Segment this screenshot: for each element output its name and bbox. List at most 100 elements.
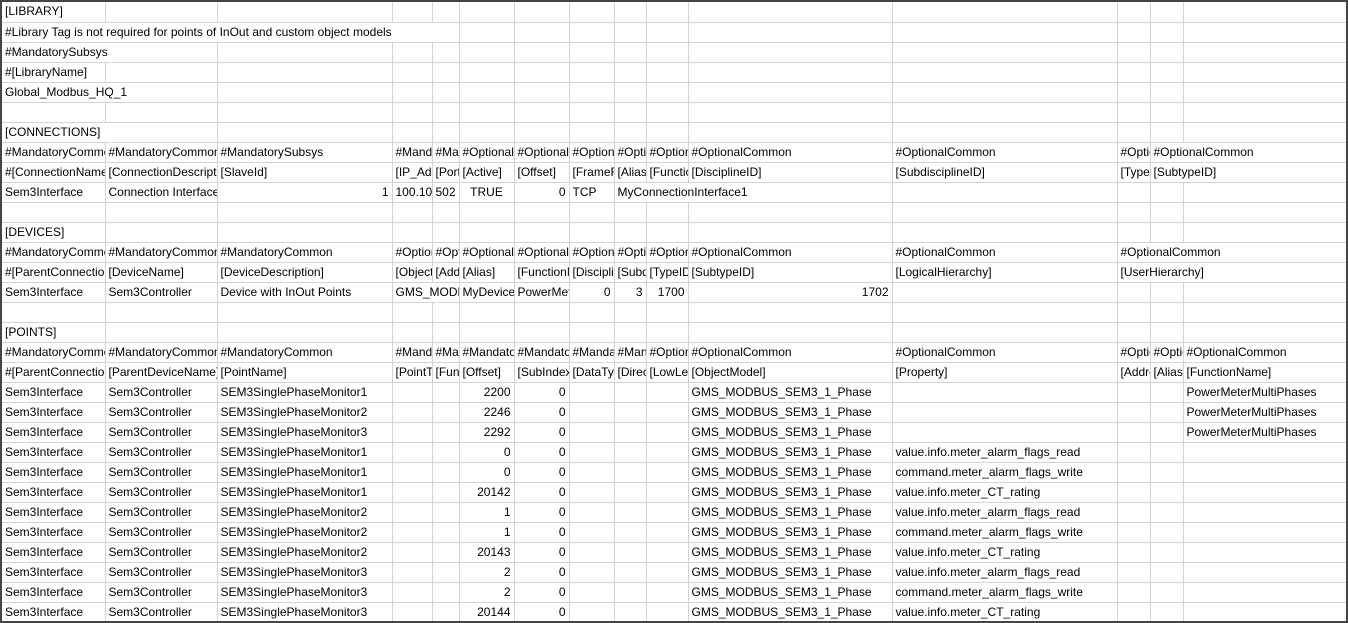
cell[interactable]: [IP_Address] bbox=[392, 162, 432, 182]
cell[interactable]: Sem3Interface bbox=[2, 462, 105, 482]
cell[interactable] bbox=[392, 542, 432, 562]
cell[interactable] bbox=[392, 102, 432, 122]
cell[interactable] bbox=[432, 102, 459, 122]
cell[interactable]: [Alias] bbox=[1150, 362, 1183, 382]
cell[interactable] bbox=[217, 322, 392, 342]
cell[interactable] bbox=[688, 302, 892, 322]
cell[interactable] bbox=[392, 462, 432, 482]
cell[interactable] bbox=[1117, 422, 1150, 442]
cell[interactable] bbox=[105, 202, 217, 222]
cell[interactable]: #OptionalCommon bbox=[459, 142, 514, 162]
cell[interactable] bbox=[1150, 2, 1183, 22]
cell[interactable]: GMS_MODBUS_SEM3_1_Phase bbox=[688, 462, 892, 482]
cell[interactable]: #MandatoryCommon bbox=[614, 342, 646, 362]
cell[interactable]: Sem3Interface bbox=[2, 602, 105, 622]
cell[interactable]: SEM3SinglePhaseMonitor1 bbox=[217, 382, 392, 402]
cell[interactable]: 1700 bbox=[646, 282, 688, 302]
cell[interactable] bbox=[614, 542, 646, 562]
cell[interactable] bbox=[392, 602, 432, 622]
cell[interactable]: #MandatoryCommon bbox=[514, 342, 569, 362]
cell[interactable]: 0 bbox=[514, 582, 569, 602]
cell[interactable] bbox=[569, 502, 614, 522]
cell[interactable] bbox=[1150, 382, 1183, 402]
cell[interactable]: GMS_MODBUS_SEM3_1_Phase bbox=[688, 602, 892, 622]
cell[interactable]: #MandatoryCommon bbox=[392, 142, 432, 162]
cell[interactable]: 2200 bbox=[459, 382, 514, 402]
cell[interactable] bbox=[105, 62, 217, 82]
cell[interactable]: #OptionalCommon bbox=[1117, 242, 1348, 262]
cell[interactable] bbox=[392, 302, 432, 322]
cell[interactable]: 1 bbox=[459, 502, 514, 522]
cell[interactable]: [FunctionName] bbox=[646, 162, 688, 182]
cell[interactable] bbox=[569, 202, 614, 222]
cell[interactable]: 2 bbox=[459, 582, 514, 602]
cell[interactable]: 0 bbox=[514, 562, 569, 582]
cell[interactable]: 0 bbox=[514, 402, 569, 422]
cell[interactable]: Sem3Interface bbox=[2, 522, 105, 542]
cell[interactable] bbox=[1117, 542, 1150, 562]
cell[interactable] bbox=[217, 82, 392, 102]
cell[interactable] bbox=[1183, 542, 1348, 562]
cell[interactable]: 20143 bbox=[459, 542, 514, 562]
cell[interactable] bbox=[614, 482, 646, 502]
cell[interactable]: #MandatoryCommon bbox=[432, 342, 459, 362]
cell[interactable] bbox=[514, 102, 569, 122]
cell[interactable] bbox=[646, 422, 688, 442]
cell[interactable] bbox=[459, 202, 514, 222]
cell[interactable]: GMS_MODBUS_SEM3_1_Phase bbox=[688, 382, 892, 402]
cell[interactable] bbox=[1183, 562, 1348, 582]
cell[interactable] bbox=[646, 522, 688, 542]
cell[interactable] bbox=[1183, 102, 1348, 122]
cell[interactable] bbox=[646, 502, 688, 522]
cell[interactable]: 20142 bbox=[459, 482, 514, 502]
cell[interactable] bbox=[614, 462, 646, 482]
cell[interactable] bbox=[432, 482, 459, 502]
cell[interactable] bbox=[688, 2, 892, 22]
cell[interactable] bbox=[1183, 602, 1348, 622]
cell[interactable]: SEM3SinglePhaseMonitor3 bbox=[217, 582, 392, 602]
cell[interactable]: #MandatoryCommon bbox=[105, 342, 217, 362]
cell[interactable] bbox=[614, 402, 646, 422]
cell[interactable] bbox=[1150, 482, 1183, 502]
cell[interactable]: 0 bbox=[514, 422, 569, 442]
cell[interactable]: [POINTS] bbox=[2, 322, 105, 342]
cell[interactable]: #OptionalCommon bbox=[614, 142, 646, 162]
cell[interactable] bbox=[392, 42, 432, 62]
cell[interactable] bbox=[1150, 82, 1183, 102]
cell[interactable] bbox=[514, 302, 569, 322]
cell[interactable] bbox=[569, 602, 614, 622]
cell[interactable] bbox=[892, 302, 1117, 322]
cell[interactable] bbox=[646, 462, 688, 482]
cell[interactable] bbox=[392, 402, 432, 422]
cell[interactable] bbox=[514, 62, 569, 82]
cell[interactable]: #OptionalCommon bbox=[514, 142, 569, 162]
cell[interactable]: Sem3Controller bbox=[105, 502, 217, 522]
cell[interactable] bbox=[1150, 42, 1183, 62]
cell[interactable]: [DisciplineID] bbox=[688, 162, 892, 182]
cell[interactable]: Sem3Controller bbox=[105, 602, 217, 622]
cell[interactable]: Sem3Interface bbox=[2, 182, 105, 202]
cell[interactable] bbox=[1150, 182, 1183, 202]
cell[interactable]: #[ConnectionName] bbox=[2, 162, 105, 182]
cell[interactable]: 0 bbox=[514, 462, 569, 482]
cell[interactable] bbox=[432, 42, 459, 62]
cell[interactable]: #MandatoryCommon bbox=[2, 342, 105, 362]
cell[interactable] bbox=[892, 182, 1117, 202]
cell[interactable] bbox=[432, 582, 459, 602]
cell[interactable] bbox=[1117, 82, 1150, 102]
cell[interactable]: #MandatoryCommon bbox=[432, 142, 459, 162]
cell[interactable] bbox=[614, 2, 646, 22]
cell[interactable]: Sem3Interface bbox=[2, 582, 105, 602]
cell[interactable]: command.meter_alarm_flags_write bbox=[892, 582, 1117, 602]
cell[interactable]: [TypeID] bbox=[1117, 162, 1150, 182]
cell[interactable] bbox=[892, 122, 1117, 142]
cell[interactable]: #MandatoryCommon bbox=[217, 242, 392, 262]
cell[interactable]: [PointName] bbox=[217, 362, 392, 382]
cell[interactable]: [Offset] bbox=[459, 362, 514, 382]
cell[interactable]: 2292 bbox=[459, 422, 514, 442]
cell[interactable] bbox=[1183, 22, 1348, 42]
cell[interactable] bbox=[1183, 122, 1348, 142]
cell[interactable]: [SubtypeID] bbox=[1150, 162, 1348, 182]
cell[interactable] bbox=[569, 562, 614, 582]
cell[interactable] bbox=[392, 422, 432, 442]
